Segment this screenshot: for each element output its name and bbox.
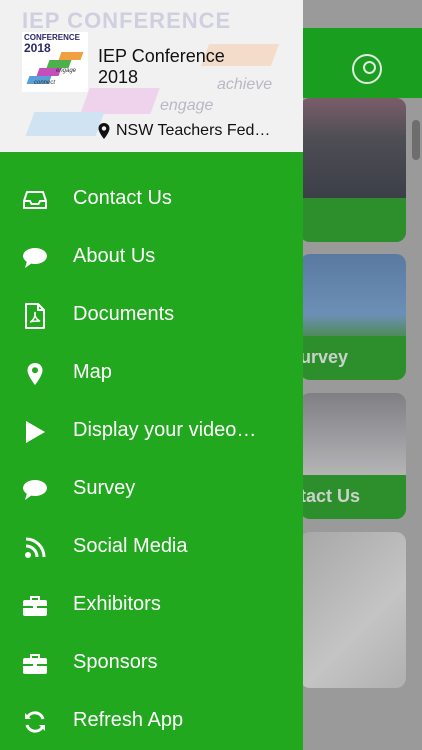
menu-item-map[interactable]: Map — [0, 344, 303, 402]
speech-bubble-icon — [22, 245, 48, 271]
menu-item-label: Contact Us — [73, 187, 172, 209]
menu-item-label: Documents — [73, 303, 175, 325]
logo-word: connect — [34, 80, 56, 86]
header-watermark-text: IEP CONFERENCE — [22, 8, 232, 33]
inbox-icon — [22, 187, 48, 213]
background-card-survey[interactable]: urvey — [300, 254, 406, 380]
menu-item-about-us[interactable]: About Us — [0, 228, 303, 286]
menu-item-refresh-app[interactable]: Refresh App — [0, 692, 303, 750]
background-scrollbar — [412, 120, 420, 160]
watermark-word: engage — [160, 97, 214, 114]
menu-item-label: Exhibitors — [73, 593, 161, 615]
menu-item-social-media[interactable]: Social Media — [0, 518, 303, 576]
briefcase-icon — [22, 651, 48, 677]
menu-item-label: Display your video… — [73, 419, 257, 441]
logo-year: 2018 — [24, 41, 51, 55]
menu-item-label: About Us — [73, 245, 156, 267]
menu-item-contact-us[interactable]: Contact Us — [0, 170, 303, 228]
menu-item-label: Refresh App — [73, 709, 184, 731]
logo-word: engage — [56, 68, 77, 74]
menu-item-label: Sponsors — [73, 651, 158, 673]
logo-step — [46, 60, 72, 68]
drawer-header: IEP CONFERENCE achieve engage CONFERENCE… — [0, 0, 303, 152]
watermark-block — [25, 112, 105, 136]
location-text: NSW Teachers Fed… — [116, 122, 271, 139]
menu-item-display-video[interactable]: Display your video… — [0, 402, 303, 460]
drawer-menu: Contact Us About Us Documents Map Displa — [0, 170, 303, 750]
logo-step — [58, 52, 84, 60]
phone-hands-photo — [300, 393, 406, 477]
classroom-photo — [300, 98, 406, 198]
rss-feed-icon — [22, 535, 48, 561]
map-pin-icon — [98, 123, 110, 139]
menu-item-sponsors[interactable]: Sponsors — [0, 634, 303, 692]
menu-item-label: Social Media — [73, 535, 188, 557]
app-title: IEP Conference 2018 — [98, 46, 225, 87]
navigation-drawer: IEP CONFERENCE achieve engage CONFERENCE… — [0, 0, 303, 750]
background-card-contact[interactable]: tact Us — [300, 393, 406, 519]
speech-bubble-icon — [22, 477, 48, 503]
card-caption: urvey — [300, 347, 349, 367]
background-card-1[interactable] — [300, 98, 406, 242]
refresh-icon — [22, 709, 48, 735]
briefcase-icon — [22, 593, 48, 619]
documents-photo — [300, 532, 406, 688]
background-card-4[interactable] — [300, 532, 406, 688]
event-location: NSW Teachers Fed… — [96, 120, 292, 142]
pdf-document-icon — [22, 303, 48, 329]
card-caption-band — [300, 198, 406, 242]
watermark-block — [80, 88, 160, 114]
app-logo: CONFERENCE 2018 engage connect — [22, 32, 88, 92]
menu-item-survey[interactable]: Survey — [0, 460, 303, 518]
network-icons-photo — [300, 254, 406, 340]
menu-item-exhibitors[interactable]: Exhibitors — [0, 576, 303, 634]
card-caption: tact Us — [300, 486, 361, 506]
profile-icon[interactable] — [352, 54, 382, 84]
play-icon — [22, 419, 48, 445]
menu-item-label: Map — [73, 361, 112, 383]
menu-item-documents[interactable]: Documents — [0, 286, 303, 344]
map-pin-icon — [22, 361, 48, 387]
menu-item-label: Survey — [73, 477, 136, 499]
